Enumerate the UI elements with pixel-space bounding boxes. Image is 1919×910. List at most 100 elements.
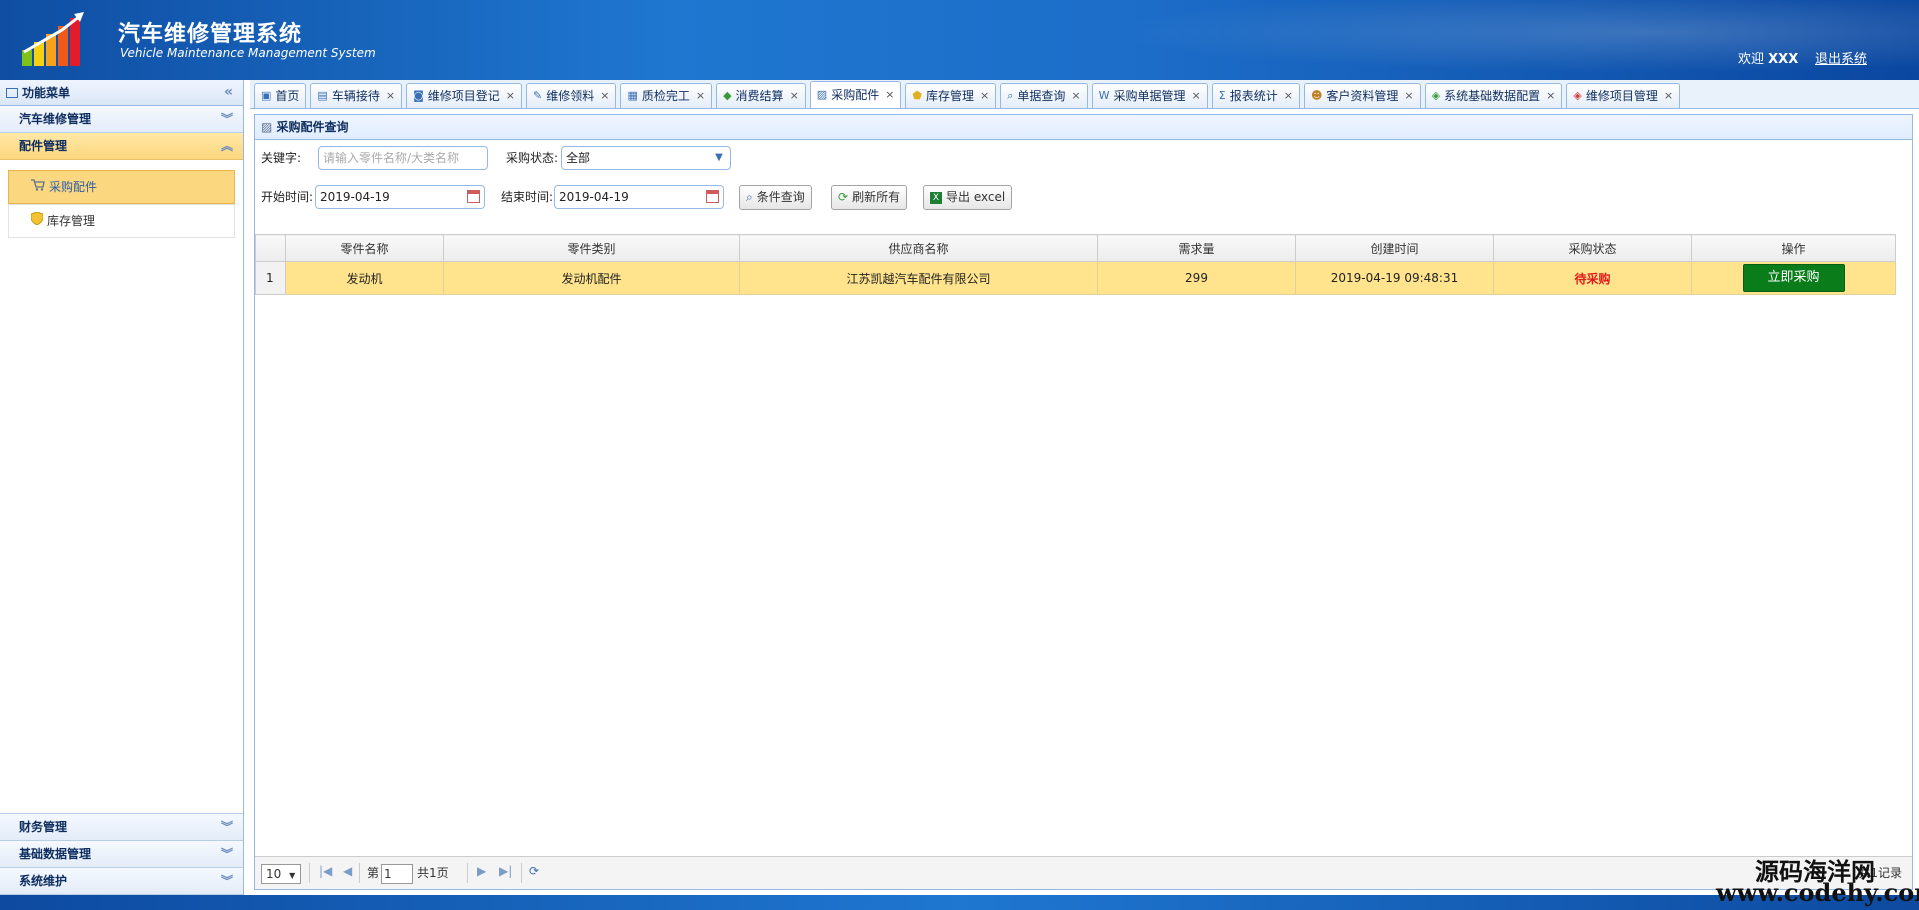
close-icon[interactable]: × — [1546, 84, 1555, 108]
sidebar-group-repair[interactable]: 汽车维修管理 ︾ — [0, 106, 243, 133]
column-header[interactable]: 采购状态 — [1493, 234, 1692, 262]
chevron-down-icon: ▼ — [289, 871, 296, 880]
row-number: 1 — [255, 261, 286, 295]
close-icon[interactable]: × — [1071, 84, 1080, 108]
next-page-icon[interactable]: ▶ — [477, 864, 486, 878]
column-header[interactable]: 零件类别 — [443, 234, 740, 262]
divider — [467, 863, 468, 883]
shield-icon — [30, 205, 44, 237]
page-prefix: 第 — [367, 866, 380, 880]
app-subtitle: Vehicle Maintenance Management System — [120, 46, 376, 60]
close-icon[interactable]: × — [1664, 84, 1673, 108]
column-header[interactable]: 零件名称 — [285, 234, 444, 262]
word-icon: W — [1098, 89, 1110, 102]
tools-icon: ✎ — [532, 89, 543, 102]
close-icon[interactable]: × — [506, 84, 515, 108]
calendar-icon[interactable] — [467, 190, 480, 203]
doc-icon: ▦ — [627, 89, 638, 102]
cell-created-time: 2019-04-19 09:48:31 — [1295, 261, 1494, 295]
close-icon[interactable]: × — [885, 82, 894, 108]
close-icon[interactable]: × — [386, 84, 395, 108]
logout-link[interactable]: 退出系统 — [1815, 48, 1867, 67]
search-icon: ⌕ — [746, 190, 753, 204]
sidebar-item-label: 采购配件 — [49, 180, 98, 194]
calendar-icon[interactable] — [706, 190, 719, 203]
column-header[interactable]: 创建时间 — [1295, 234, 1494, 262]
sidebar-group-finance[interactable]: 财务管理 ︾ — [0, 813, 243, 841]
page-size-select[interactable]: 10 ▼ — [261, 864, 301, 884]
collapse-sidebar-icon[interactable]: « — [224, 84, 233, 100]
cart-icon — [31, 171, 45, 203]
sidebar-title: 功能菜单 — [22, 86, 71, 100]
page-number-input[interactable]: 1 — [381, 864, 413, 884]
sidebar-item-inventory[interactable]: 库存管理 — [8, 204, 235, 238]
tag-icon: ◈ — [1573, 89, 1582, 102]
sidebar-item-purchase-parts[interactable]: 采购配件 — [8, 170, 235, 204]
tab-settlement[interactable]: ◆ 消费结算 × — [716, 83, 806, 108]
first-page-icon[interactable]: |◀ — [319, 864, 332, 878]
start-time-input[interactable]: 2019-04-19 — [315, 185, 485, 209]
sigma-icon: Σ — [1218, 89, 1226, 102]
money-icon: ◆ — [723, 89, 732, 102]
table-row[interactable]: 1 发动机 发动机配件 江苏凯越汽车配件有限公司 299 2019-04-19 … — [255, 261, 1896, 295]
sidebar-group-label: 配件管理 — [19, 139, 68, 153]
close-icon[interactable]: × — [980, 84, 989, 108]
refresh-all-button[interactable]: ⟳ 刷新所有 — [831, 185, 908, 210]
end-time-input[interactable]: 2019-04-19 — [554, 185, 724, 209]
keyword-input[interactable]: 请输入零件名称/大类名称 — [318, 146, 488, 170]
expand-icon: ︾ — [220, 874, 233, 888]
close-icon[interactable]: × — [1284, 84, 1293, 108]
table-header-row: 零件名称 零件类别 供应商名称 需求量 创建时间 采购状态 操作 — [255, 234, 1896, 262]
close-icon[interactable]: × — [1404, 84, 1413, 108]
tab-inventory[interactable]: ⬟ 库存管理 × — [905, 83, 997, 108]
status-label: 采购状态: — [506, 151, 559, 165]
close-icon[interactable]: × — [1192, 84, 1201, 108]
sidebar-group-parts[interactable]: 配件管理 ︽ — [0, 133, 243, 160]
tab-repair-items[interactable]: ◈ 维修项目管理 × — [1566, 83, 1681, 108]
tab-repair-materials[interactable]: ✎ 维修领料 × — [525, 83, 617, 108]
tab-reports[interactable]: Σ 报表统计 × — [1211, 83, 1300, 108]
excel-icon: X — [930, 191, 942, 204]
export-excel-button[interactable]: X 导出 excel — [923, 185, 1013, 210]
status-select[interactable]: 全部 ▼ — [561, 146, 731, 170]
query-button[interactable]: ⌕ 条件查询 — [739, 185, 812, 210]
tab-document-query[interactable]: ⌕ 单据查询 × — [1000, 83, 1088, 108]
page-size-value: 10 — [266, 867, 282, 881]
reload-icon[interactable]: ⟳ — [529, 864, 539, 878]
purchase-now-button[interactable]: 立即采购 — [1742, 264, 1845, 292]
cell-action: 立即采购 — [1691, 261, 1896, 295]
close-icon[interactable]: × — [696, 84, 705, 108]
cell-part-category: 发动机配件 — [443, 261, 740, 295]
sidebar-group-label: 财务管理 — [19, 820, 68, 834]
sidebar-header: 功能菜单 « — [0, 80, 243, 106]
sidebar-group-basedata[interactable]: 基础数据管理 ︾ — [0, 841, 243, 868]
tab-base-config[interactable]: ◈ 系统基础数据配置 × — [1424, 83, 1563, 108]
start-time-value: 2019-04-19 — [320, 190, 390, 204]
form-icon: ▤ — [317, 89, 328, 102]
sidebar-bottom-groups: 财务管理 ︾ 基础数据管理 ︾ 系统维护 ︾ — [0, 813, 243, 895]
last-page-icon[interactable]: ▶| — [499, 864, 512, 878]
tag-icon: ◈ — [1431, 89, 1441, 102]
end-time-value: 2019-04-19 — [559, 190, 629, 204]
chevron-down-icon: ▼ — [715, 152, 723, 163]
tab-purchase-docs[interactable]: W 采购单据管理 × — [1091, 83, 1208, 108]
keyword-label: 关键字: — [261, 151, 302, 165]
close-icon[interactable]: × — [790, 84, 799, 108]
sidebar-group-system[interactable]: 系统维护 ︾ — [0, 868, 243, 895]
prev-page-icon[interactable]: ◀ — [343, 864, 352, 878]
tab-purchase-parts[interactable]: ▨ 采购配件 × — [809, 81, 902, 108]
column-header[interactable]: 操作 — [1691, 234, 1896, 262]
column-header-rownum — [255, 234, 286, 262]
close-icon[interactable]: × — [600, 84, 609, 108]
tab-customers[interactable]: ☻ 客户资料管理 × — [1303, 83, 1421, 108]
column-header[interactable]: 需求量 — [1097, 234, 1296, 262]
tab-vehicle-reception[interactable]: ▤ 车辆接待 × — [310, 83, 403, 108]
collapse-icon: ︽ — [220, 139, 233, 153]
column-header[interactable]: 供应商名称 — [739, 234, 1098, 262]
app-logo-icon — [22, 12, 84, 66]
tab-quality-check[interactable]: ▦ 质检完工 × — [620, 83, 713, 108]
tab-repair-register[interactable]: ◙ 维修项目登记 × — [406, 83, 522, 108]
tab-label: 报表统计 — [1229, 89, 1278, 103]
tab-home[interactable]: ▣ 首页 — [254, 83, 307, 108]
tab-label: 采购配件 — [831, 88, 880, 102]
